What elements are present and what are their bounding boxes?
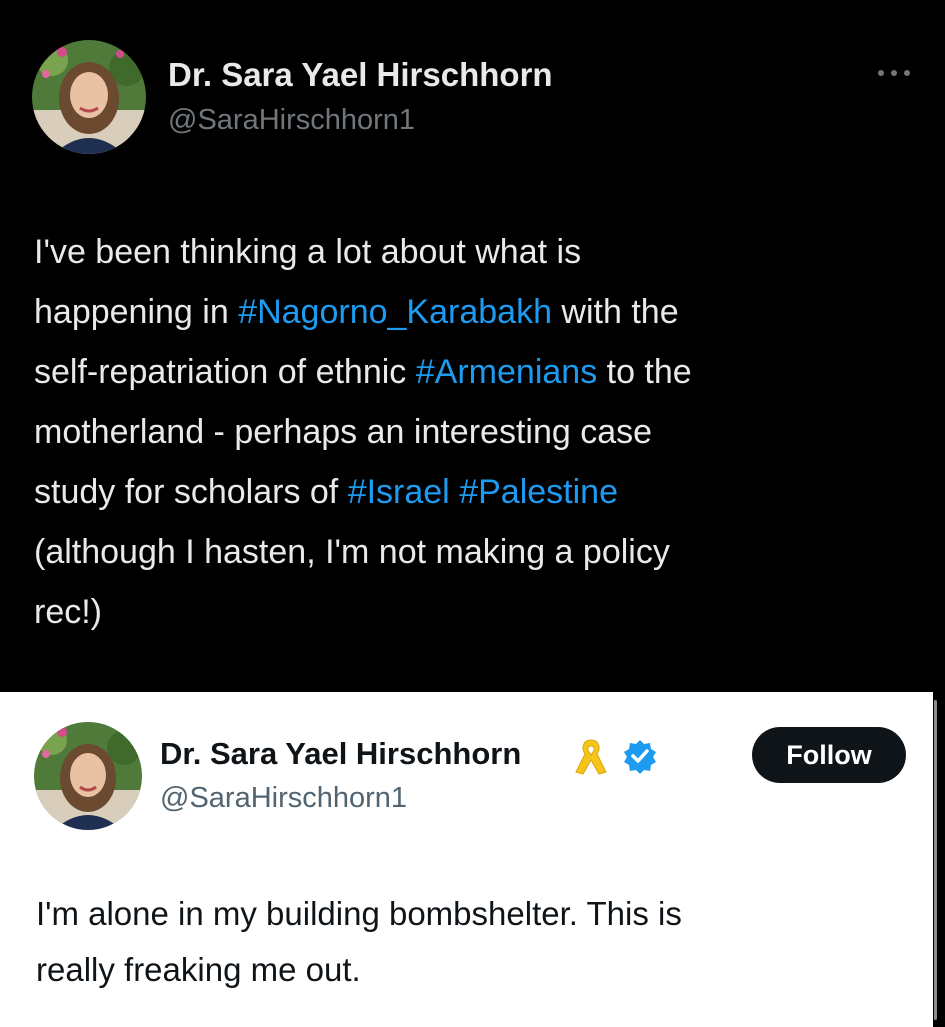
follow-button[interactable]: Follow <box>752 727 906 783</box>
author-avatar[interactable] <box>32 40 146 154</box>
tweet-text: I've been thinking a lot about what is h… <box>34 222 924 642</box>
hashtag-link[interactable]: #Israel <box>348 473 450 511</box>
scrollbar-thumb[interactable] <box>934 700 937 1020</box>
author-handle[interactable]: @SaraHirschhorn1 <box>168 104 415 137</box>
yellow-ribbon-icon <box>572 736 610 776</box>
hashtag-link[interactable]: #Armenians <box>416 353 597 391</box>
tweet-text: I'm alone in my building bombshelter. Th… <box>36 895 682 988</box>
top-tweet: Dr. Sara Yael Hirschhorn @SaraHirschhorn… <box>0 0 945 692</box>
author-name[interactable]: Dr. Sara Yael Hirschhorn <box>160 736 521 772</box>
author-name[interactable]: Dr. Sara Yael Hirschhorn <box>168 56 553 94</box>
tweet-text-segment <box>450 473 459 511</box>
hashtag-link[interactable]: #Palestine <box>459 473 618 511</box>
author-avatar[interactable] <box>34 722 142 830</box>
author-handle[interactable]: @SaraHirschhorn1 <box>160 782 407 815</box>
tweet-text-segment: (although I hasten, I'm not making a pol… <box>34 533 670 631</box>
scrollbar[interactable] <box>933 692 945 1027</box>
hashtag-link[interactable]: #Nagorno_Karabakh <box>238 293 552 331</box>
more-horizontal-icon[interactable] <box>876 62 912 84</box>
verified-badge-icon <box>622 738 658 774</box>
